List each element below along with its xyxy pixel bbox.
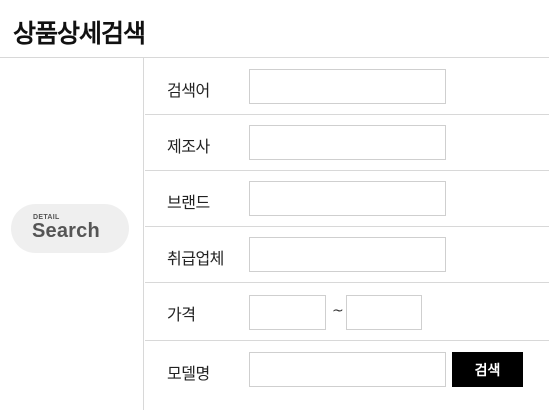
- price-max-input[interactable]: [346, 295, 422, 330]
- detail-search-badge: DETAIL Search: [11, 204, 129, 253]
- keyword-input[interactable]: [249, 69, 446, 104]
- brand-input[interactable]: [249, 181, 446, 216]
- row-manufacturer: 제조사: [145, 115, 549, 171]
- row-brand: 브랜드: [145, 171, 549, 227]
- price-label: 가격: [167, 305, 196, 324]
- search-button[interactable]: 검색: [452, 352, 523, 387]
- price-min-input[interactable]: [249, 295, 326, 330]
- badge-title: Search: [32, 220, 100, 242]
- row-price: 가격 ~: [145, 283, 549, 341]
- keyword-label: 검색어: [167, 81, 210, 100]
- detail-search-panel: DETAIL Search 검색어 제조사 브랜드 취급업체 가격 ~ 모델명 …: [0, 57, 549, 410]
- vendor-input[interactable]: [249, 237, 446, 272]
- search-badge-column: DETAIL Search: [0, 58, 144, 410]
- row-vendor: 취급업체: [145, 227, 549, 283]
- price-range-separator: ~: [332, 303, 344, 319]
- vendor-label: 취급업체: [167, 249, 224, 268]
- brand-label: 브랜드: [167, 193, 210, 212]
- model-input[interactable]: [249, 352, 446, 387]
- manufacturer-label: 제조사: [167, 137, 210, 156]
- search-form: 검색어 제조사 브랜드 취급업체 가격 ~ 모델명 검색: [145, 58, 549, 410]
- row-keyword: 검색어: [145, 58, 549, 115]
- row-model: 모델명 검색: [145, 341, 549, 410]
- model-label: 모델명: [167, 364, 210, 383]
- page-title: 상품상세검색: [13, 19, 146, 48]
- manufacturer-input[interactable]: [249, 125, 446, 160]
